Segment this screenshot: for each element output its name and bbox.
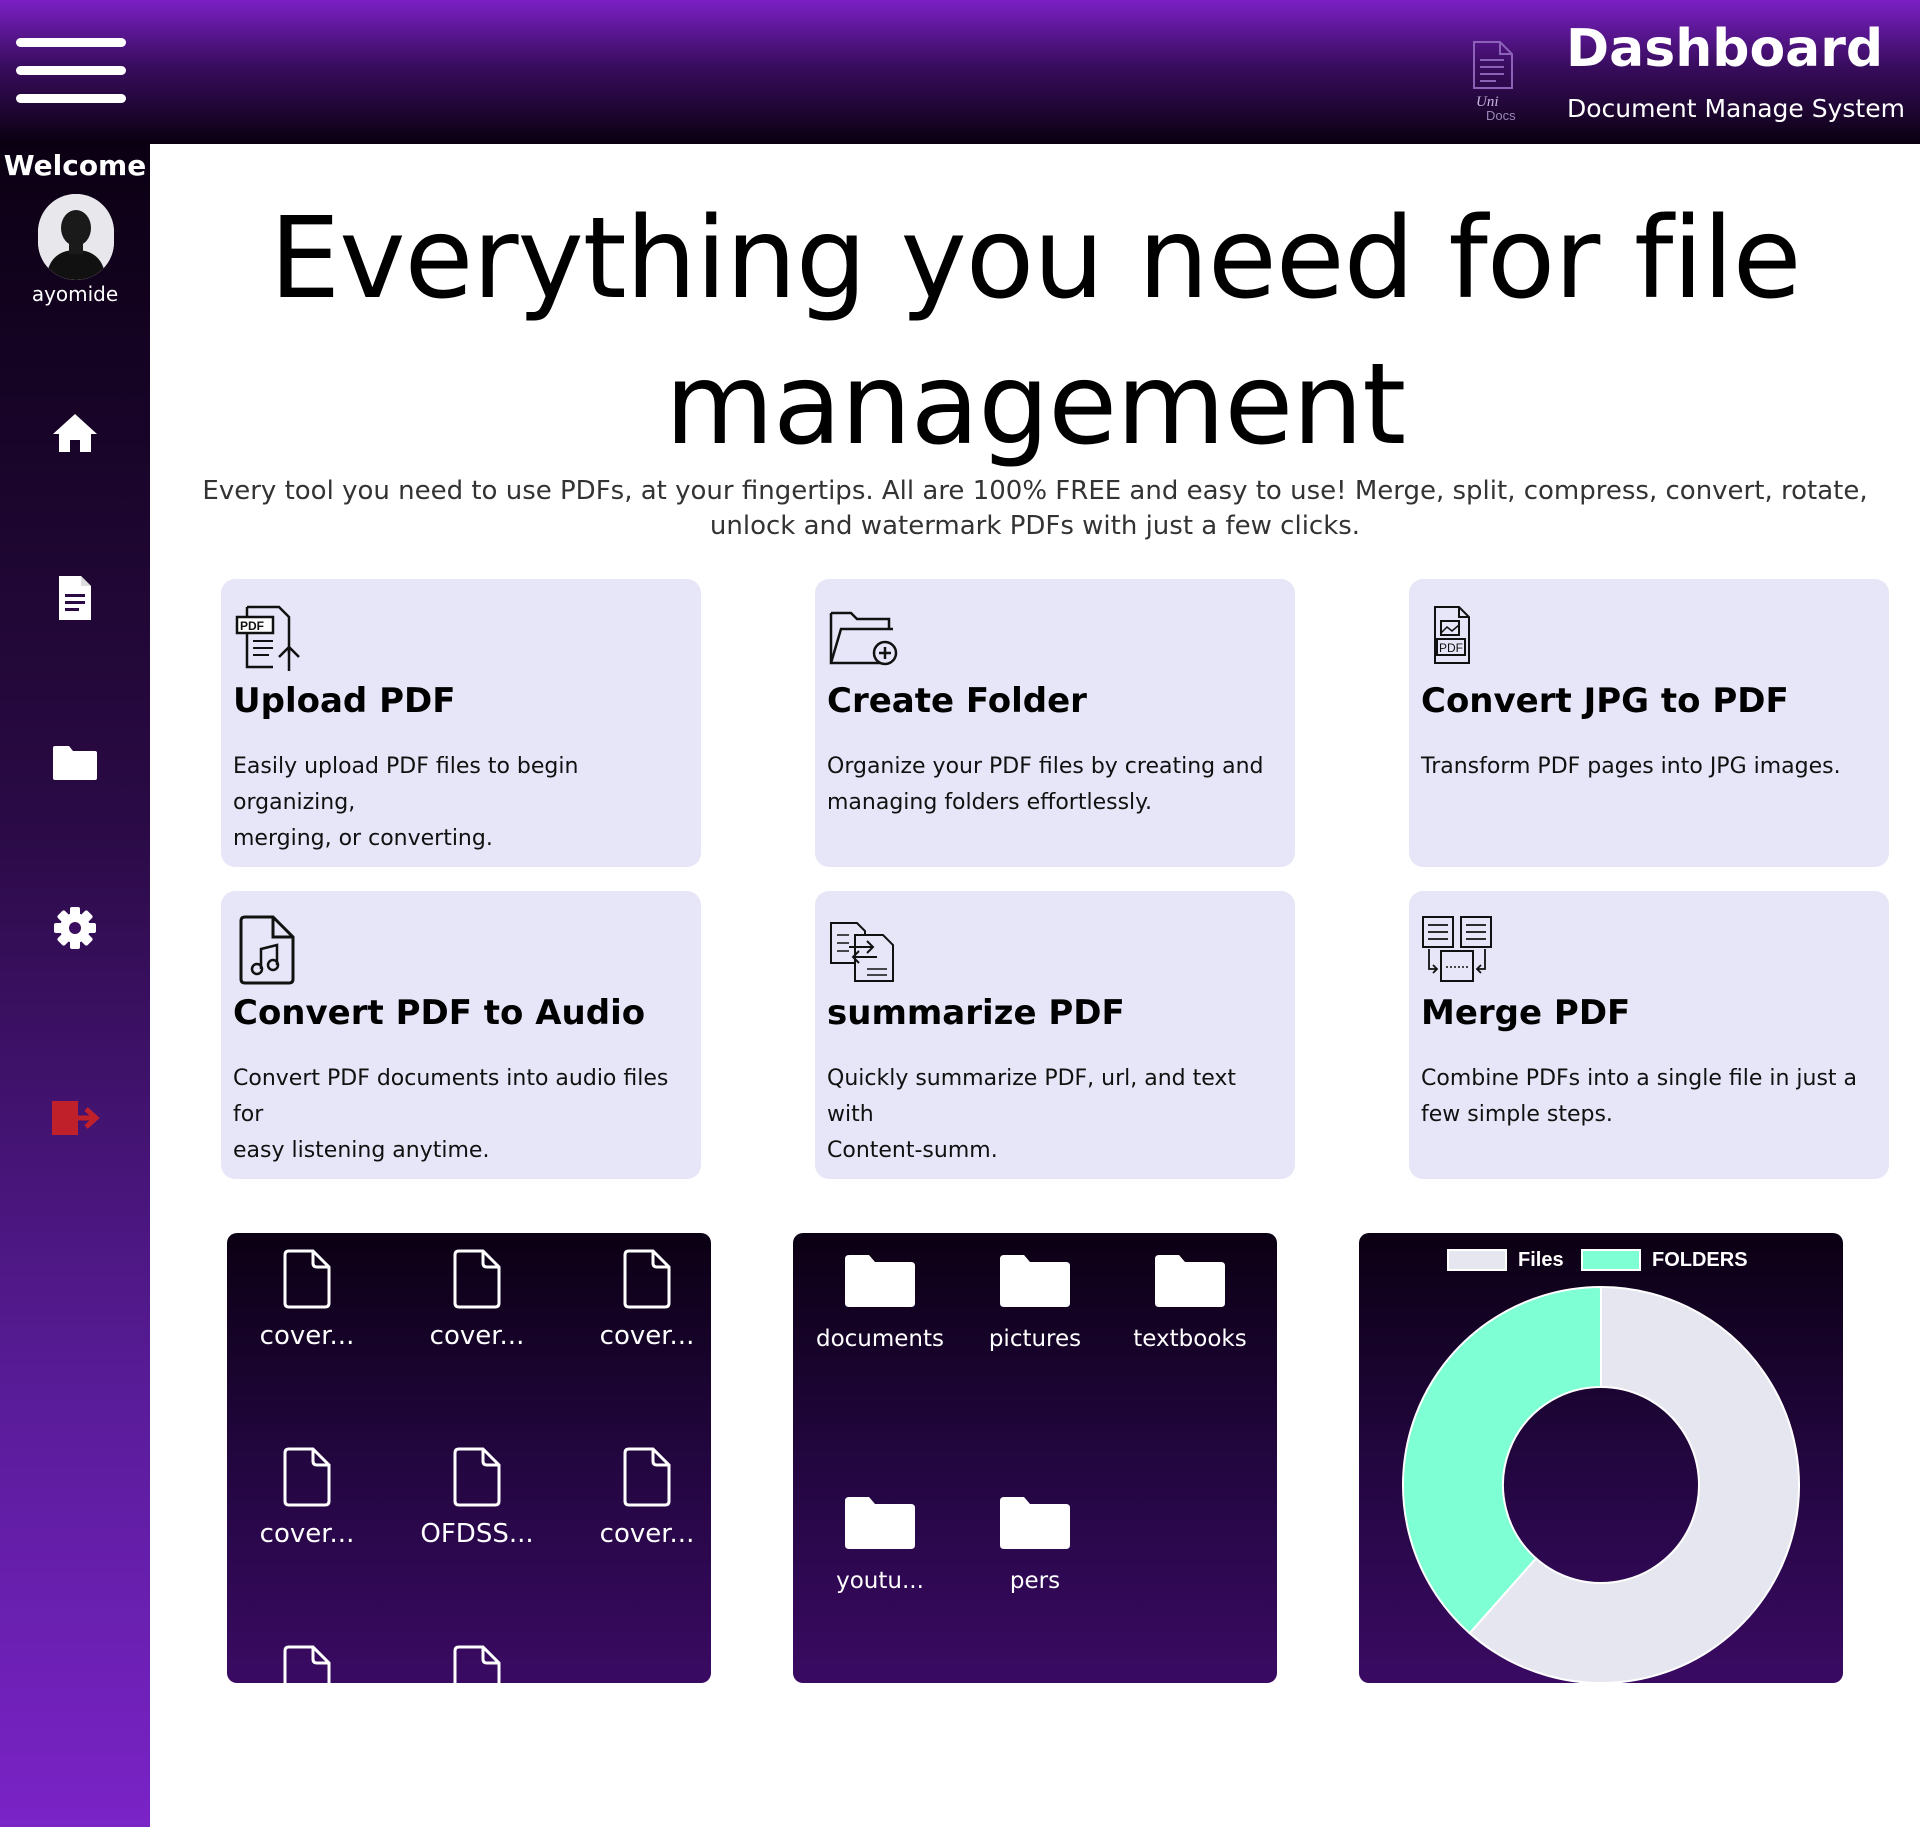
card-description-line: merging, or converting. [233, 826, 493, 851]
card-description: Combine PDFs into a single file in just … [1421, 1061, 1881, 1133]
card-description: Easily upload PDF files to begin organiz… [233, 749, 693, 857]
jpg-to-pdf-icon: PDF [1421, 601, 1493, 673]
card-description-line: Quickly summarize PDF, url, and text wit… [827, 1066, 1237, 1127]
card-description: Organize your PDF files by creating and … [827, 749, 1287, 821]
folder-icon [1000, 1255, 1070, 1307]
card-description-line: Convert PDF documents into audio files f… [233, 1066, 669, 1127]
folder-icon [845, 1255, 915, 1307]
recent-files-panel: cover... cover... cover... cover... OFDS… [227, 1233, 711, 1683]
audio-file-icon [233, 913, 305, 985]
hero-title-line-1: Everything you need for file [269, 194, 1801, 324]
folder-name: pictures [988, 1326, 1082, 1352]
file-name: cover... [259, 1519, 355, 1549]
upload-pdf-card[interactable]: PDF Upload PDF Easily upload PDF files t… [221, 579, 701, 867]
folder-item[interactable]: pictures [950, 1253, 1120, 1355]
file-item-partial[interactable] [232, 1643, 382, 1683]
upload-pdf-icon: PDF [233, 601, 305, 673]
file-item[interactable]: cover... [572, 1445, 711, 1551]
svg-text:PDF: PDF [240, 619, 264, 633]
summarize-icon [827, 913, 899, 985]
file-name: OFDSS... [420, 1519, 534, 1549]
hamburger-menu-icon[interactable] [16, 38, 126, 104]
card-title: Upload PDF [233, 681, 456, 721]
file-item[interactable]: cover... [572, 1247, 711, 1353]
card-title: Create Folder [827, 681, 1087, 721]
card-description-line: Content-summ. [827, 1138, 998, 1163]
file-icon [283, 1645, 331, 1683]
card-description-line: few simple steps. [1421, 1102, 1613, 1127]
summarize-pdf-card[interactable]: summarize PDF Quickly summarize PDF, url… [815, 891, 1295, 1179]
hero-description: Every tool you need to use PDFs, at your… [200, 474, 1870, 544]
folder-name: pers [1009, 1568, 1061, 1594]
folder-icon[interactable] [48, 736, 102, 790]
folder-item[interactable]: documents [795, 1253, 965, 1355]
top-header: Uni Docs Dashboard Document Manage Syste… [0, 0, 1920, 144]
card-title: Merge PDF [1421, 993, 1631, 1033]
folder-name: documents [815, 1326, 945, 1352]
svg-text:PDF: PDF [1439, 641, 1463, 655]
file-icon [283, 1447, 331, 1507]
file-icon [623, 1249, 671, 1309]
hero-description-line-1: Every tool you need to use PDFs, at your… [202, 476, 1868, 506]
folder-icon [1000, 1497, 1070, 1549]
convert-pdf-to-audio-card[interactable]: Convert PDF to Audio Convert PDF documen… [221, 891, 701, 1179]
file-name: cover... [429, 1321, 525, 1351]
card-description-line: Organize your PDF files by creating and [827, 754, 1264, 779]
file-icon [453, 1645, 501, 1683]
folder-item[interactable]: youtu... [795, 1495, 965, 1597]
unidocs-logo: Uni Docs [1464, 38, 1524, 124]
dashboard-subtitle: Document Manage System [1567, 94, 1905, 123]
file-item[interactable]: cover... [232, 1247, 382, 1353]
document-icon[interactable] [48, 571, 102, 625]
logout-icon[interactable] [48, 1091, 102, 1145]
home-icon[interactable] [48, 406, 102, 460]
file-name: cover... [599, 1519, 695, 1549]
hero-title: Everything you need for file management [180, 186, 1890, 478]
file-item[interactable]: cover... [232, 1445, 382, 1551]
gear-icon[interactable] [48, 901, 102, 955]
folder-name: youtu... [836, 1568, 924, 1594]
folder-item[interactable]: textbooks [1105, 1253, 1275, 1355]
file-icon [453, 1447, 501, 1507]
card-title: Convert PDF to Audio [233, 993, 646, 1033]
folders-panel: documents pictures textbooks youtu... pe… [793, 1233, 1277, 1683]
sidebar: Welcome ayomide [0, 144, 150, 1827]
card-description-line: Easily upload PDF files to begin organiz… [233, 754, 579, 815]
welcome-text: Welcome [3, 149, 147, 182]
hero-title-line-2: management [664, 340, 1406, 470]
file-name: cover... [259, 1321, 355, 1351]
doughnut-chart [1402, 1285, 1800, 1683]
file-item[interactable]: OFDSS... [402, 1445, 552, 1551]
convert-jpg-to-pdf-card[interactable]: PDF Convert JPG to PDF Transform PDF pag… [1409, 579, 1889, 867]
card-title: summarize PDF [827, 993, 1125, 1033]
card-description: Quickly summarize PDF, url, and text wit… [827, 1061, 1287, 1169]
card-description-line: Combine PDFs into a single file in just … [1421, 1066, 1858, 1091]
file-item-partial[interactable] [402, 1643, 552, 1683]
card-description: Convert PDF documents into audio files f… [233, 1061, 693, 1169]
create-folder-icon [827, 601, 899, 673]
file-icon [623, 1447, 671, 1507]
file-item[interactable]: cover... [402, 1247, 552, 1353]
file-name: cover... [599, 1321, 695, 1351]
card-description-line: Transform PDF pages into JPG images. [1421, 754, 1841, 779]
folder-name: textbooks [1133, 1326, 1247, 1352]
card-description: Transform PDF pages into JPG images. [1421, 749, 1881, 785]
dashboard-title: Dashboard [1566, 19, 1884, 79]
merge-pdf-icon [1421, 913, 1493, 985]
card-title: Convert JPG to PDF [1421, 681, 1789, 721]
file-icon [283, 1249, 331, 1309]
folder-item[interactable]: pers [950, 1495, 1120, 1597]
card-description-line: managing folders effortlessly. [827, 790, 1153, 815]
folder-icon [1155, 1255, 1225, 1307]
merge-pdf-card[interactable]: Merge PDF Combine PDFs into a single fil… [1409, 891, 1889, 1179]
file-icon [453, 1249, 501, 1309]
card-description-line: easy listening anytime. [233, 1138, 490, 1163]
username: ayomide [31, 282, 119, 306]
avatar[interactable] [38, 194, 114, 280]
files-folders-chart-panel: Files FOLDERS [1359, 1233, 1843, 1683]
hero-description-line-2: unlock and watermark PDFs with just a fe… [709, 511, 1361, 541]
create-folder-card[interactable]: Create Folder Organize your PDF files by… [815, 579, 1295, 867]
svg-text:Docs: Docs [1486, 108, 1516, 123]
folder-icon [845, 1497, 915, 1549]
